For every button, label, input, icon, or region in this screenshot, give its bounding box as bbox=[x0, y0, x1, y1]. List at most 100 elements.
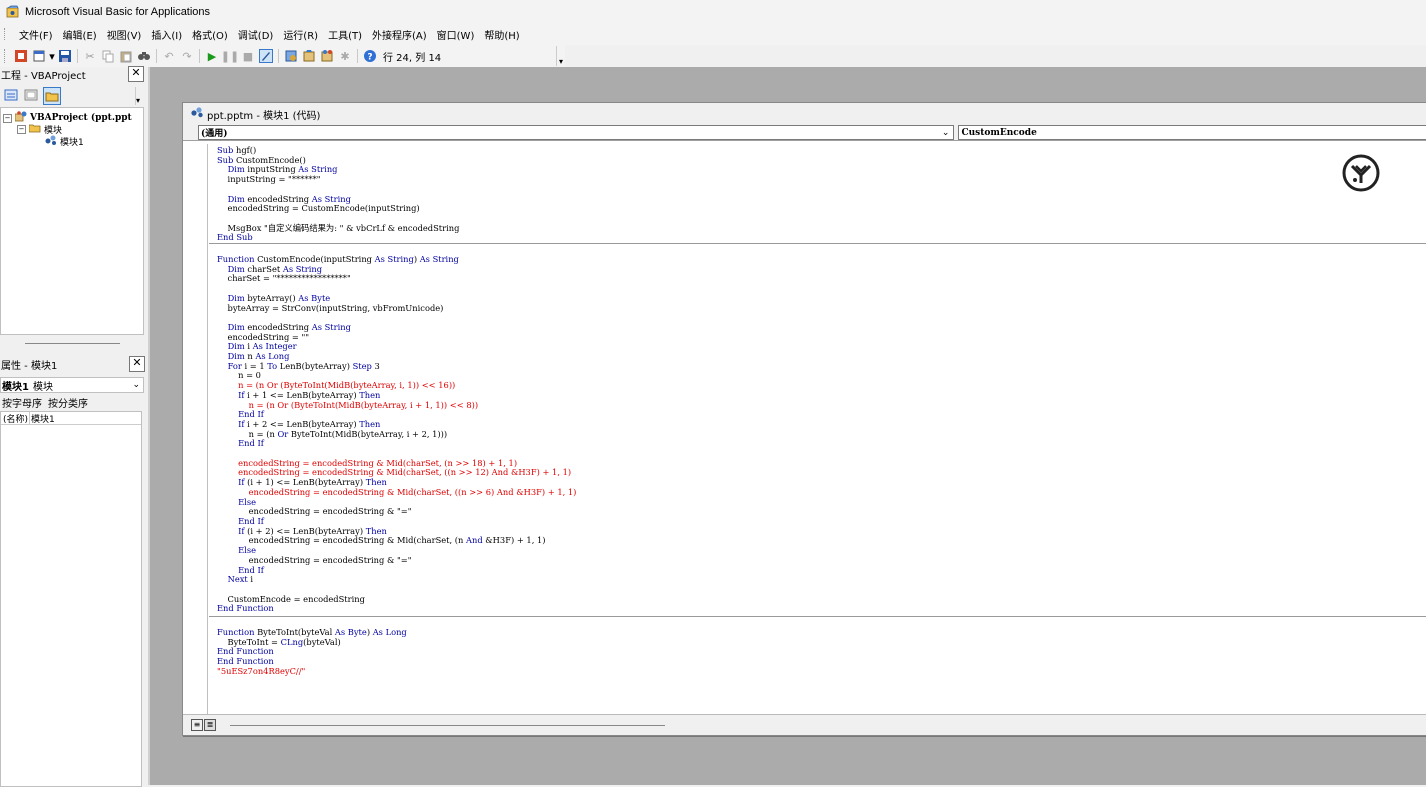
view-powerpoint-icon[interactable] bbox=[13, 48, 29, 64]
reset-icon[interactable]: ■ bbox=[240, 48, 256, 64]
code-line[interactable]: Dim inputString As String bbox=[217, 164, 338, 175]
paste-icon[interactable] bbox=[118, 48, 134, 64]
code-line[interactable]: CustomEncode = encodedString bbox=[217, 594, 365, 604]
code-line[interactable]: Dim charSet As String bbox=[217, 264, 322, 274]
run-icon[interactable]: ▶ bbox=[204, 48, 220, 64]
code-line[interactable]: Sub hgf() bbox=[217, 145, 256, 155]
find-icon[interactable] bbox=[136, 48, 152, 64]
break-icon[interactable]: ❚❚ bbox=[221, 48, 239, 64]
code-line[interactable]: encodedString = encodedString & Mid(char… bbox=[217, 458, 517, 468]
code-line[interactable]: Dim byteArray() As Byte bbox=[217, 293, 331, 303]
toolbar-grip[interactable] bbox=[4, 49, 8, 63]
menu-file[interactable]: 文件(F) bbox=[14, 27, 58, 42]
toolbox-icon[interactable]: ✱ bbox=[337, 48, 353, 64]
code-line[interactable]: If (i + 1) <= LenB(byteArray) Then bbox=[217, 477, 387, 487]
object-combo[interactable]: (通用) ⌄ bbox=[198, 125, 955, 140]
code-line[interactable]: n = 0 bbox=[217, 370, 261, 381]
view-object-icon[interactable] bbox=[23, 87, 39, 103]
menu-edit[interactable]: 编辑(E) bbox=[58, 27, 102, 42]
cut-icon[interactable]: ✂ bbox=[82, 48, 98, 64]
help-icon[interactable]: ? bbox=[362, 48, 378, 64]
code-line[interactable]: encodedString = CustomEncode(inputString… bbox=[217, 203, 420, 213]
code-line[interactable]: Else bbox=[217, 497, 256, 507]
code-line[interactable]: encodedString = encodedString & Mid(char… bbox=[217, 467, 571, 478]
code-line[interactable]: Dim i As Integer bbox=[217, 341, 297, 351]
code-block-customencode[interactable]: Function CustomEncode(inputString As Str… bbox=[217, 254, 577, 614]
menu-format[interactable]: 格式(O) bbox=[187, 27, 233, 42]
menu-debug[interactable]: 调试(D) bbox=[233, 27, 279, 42]
collapse-icon[interactable]: − bbox=[3, 113, 12, 123]
code-line[interactable]: n = (n Or ByteToInt(MidB(byteArray, i + … bbox=[217, 429, 448, 439]
menu-run[interactable]: 运行(R) bbox=[278, 27, 323, 42]
menu-addins[interactable]: 外接程序(A) bbox=[367, 27, 432, 42]
code-line[interactable]: End Sub bbox=[217, 232, 253, 242]
object-browser-icon[interactable] bbox=[319, 48, 335, 64]
code-line[interactable]: encodedString = encodedString & "=" bbox=[217, 506, 412, 516]
code-line[interactable]: encodedString = encodedString & "=" bbox=[217, 555, 412, 565]
code-line[interactable]: End If bbox=[217, 516, 264, 526]
copy-icon[interactable] bbox=[100, 48, 116, 64]
code-line[interactable]: encodedString = "" bbox=[217, 332, 310, 342]
menu-window[interactable]: 窗口(W) bbox=[432, 27, 480, 42]
tree-node-module[interactable]: 模块1 bbox=[45, 135, 84, 148]
code-line[interactable]: Next i bbox=[217, 574, 253, 584]
toggle-folders-icon[interactable] bbox=[43, 87, 61, 105]
properties-window-icon[interactable] bbox=[301, 48, 317, 64]
code-line[interactable]: End If bbox=[217, 438, 264, 449]
undo-icon[interactable]: ↶ bbox=[161, 48, 177, 64]
save-icon[interactable] bbox=[57, 48, 73, 64]
property-value[interactable]: 模块1 bbox=[30, 412, 55, 425]
project-toolbar-overflow-icon[interactable]: ▾ bbox=[135, 87, 144, 105]
code-line[interactable]: For i = 1 To LenB(byteArray) Step 3 bbox=[217, 361, 380, 371]
code-line[interactable]: Function ByteToInt(byteVal As Byte) As L… bbox=[217, 627, 407, 637]
code-block-subs[interactable]: Sub hgf() Sub CustomEncode() Dim inputSt… bbox=[217, 145, 460, 243]
procedure-combo[interactable]: CustomEncode bbox=[958, 125, 1426, 140]
code-line[interactable]: "5uESz7on4R8eyC//" bbox=[217, 666, 305, 676]
code-line[interactable]: If i + 1 <= LenB(byteArray) Then bbox=[217, 390, 380, 400]
close-icon[interactable]: ✕ bbox=[128, 66, 144, 82]
code-line[interactable]: MsgBox "自定义编码结果为: " & vbCrLf & encodedSt… bbox=[217, 223, 460, 233]
code-line[interactable]: n = (n Or (ByteToInt(MidB(byteArray, i, … bbox=[217, 380, 455, 390]
code-line[interactable]: Dim n As Long bbox=[217, 351, 290, 361]
properties-object-combo[interactable]: 模块1 模块 ⌄ bbox=[0, 377, 144, 393]
code-line[interactable]: Dim encodedString As String bbox=[217, 322, 351, 332]
code-line[interactable]: encodedString = encodedString & Mid(char… bbox=[217, 535, 546, 546]
menu-tools[interactable]: 工具(T) bbox=[323, 27, 367, 42]
close-icon[interactable]: ✕ bbox=[129, 356, 145, 372]
code-line[interactable]: Sub CustomEncode() bbox=[217, 155, 306, 165]
code-line[interactable]: Dim encodedString As String bbox=[217, 194, 351, 204]
code-line[interactable]: charSet = "*****************" bbox=[217, 273, 351, 284]
code-line[interactable]: If i + 2 <= LenB(byteArray) Then bbox=[217, 419, 380, 429]
code-line[interactable]: If (i + 2) <= LenB(byteArray) Then bbox=[217, 526, 387, 536]
menu-view[interactable]: 视图(V) bbox=[102, 27, 147, 42]
code-line[interactable]: ByteToInt = CLng(byteVal) bbox=[217, 637, 341, 647]
tab-categorized[interactable]: 按分类序 bbox=[48, 395, 88, 410]
menubar-grip[interactable] bbox=[4, 28, 8, 40]
property-row[interactable]: (名称) 模块1 bbox=[1, 411, 141, 425]
code-line[interactable]: End Function bbox=[217, 646, 274, 657]
view-code-icon[interactable] bbox=[3, 87, 19, 103]
code-block-bytetoint[interactable]: Function ByteToInt(byteVal As Byte) As L… bbox=[217, 627, 407, 677]
code-line[interactable]: Else bbox=[217, 545, 256, 555]
code-line[interactable]: End If bbox=[217, 565, 264, 575]
code-line[interactable]: n = (n Or (ByteToInt(MidB(byteArray, i +… bbox=[217, 400, 478, 410]
horizontal-scrollbar[interactable] bbox=[230, 724, 665, 726]
toolbar-overflow-icon[interactable]: ▾ bbox=[556, 46, 565, 66]
code-line[interactable]: encodedString = encodedString & Mid(char… bbox=[217, 487, 577, 497]
menu-insert[interactable]: 插入(I) bbox=[146, 27, 187, 42]
chevron-down-icon[interactable]: ⌄ bbox=[942, 128, 950, 138]
tab-alphabetic[interactable]: 按字母序 bbox=[2, 395, 42, 410]
margin-indicator-bar[interactable] bbox=[193, 144, 208, 714]
code-line[interactable]: End Function bbox=[217, 603, 274, 613]
code-line[interactable]: End If bbox=[217, 409, 264, 419]
full-module-view-icon[interactable]: ≣ bbox=[204, 719, 216, 731]
panel-splitter[interactable] bbox=[25, 343, 120, 344]
design-mode-icon[interactable] bbox=[258, 48, 274, 64]
collapse-icon[interactable]: − bbox=[17, 125, 26, 134]
chevron-down-icon[interactable]: ⌄ bbox=[132, 380, 140, 390]
project-explorer-icon[interactable] bbox=[283, 48, 299, 64]
code-line[interactable]: Function CustomEncode(inputString As Str… bbox=[217, 254, 459, 264]
code-editor[interactable]: Sub hgf() Sub CustomEncode() Dim inputSt… bbox=[193, 144, 1426, 714]
insert-module-icon[interactable] bbox=[31, 48, 47, 64]
code-line[interactable]: inputString = "******" bbox=[217, 174, 321, 184]
